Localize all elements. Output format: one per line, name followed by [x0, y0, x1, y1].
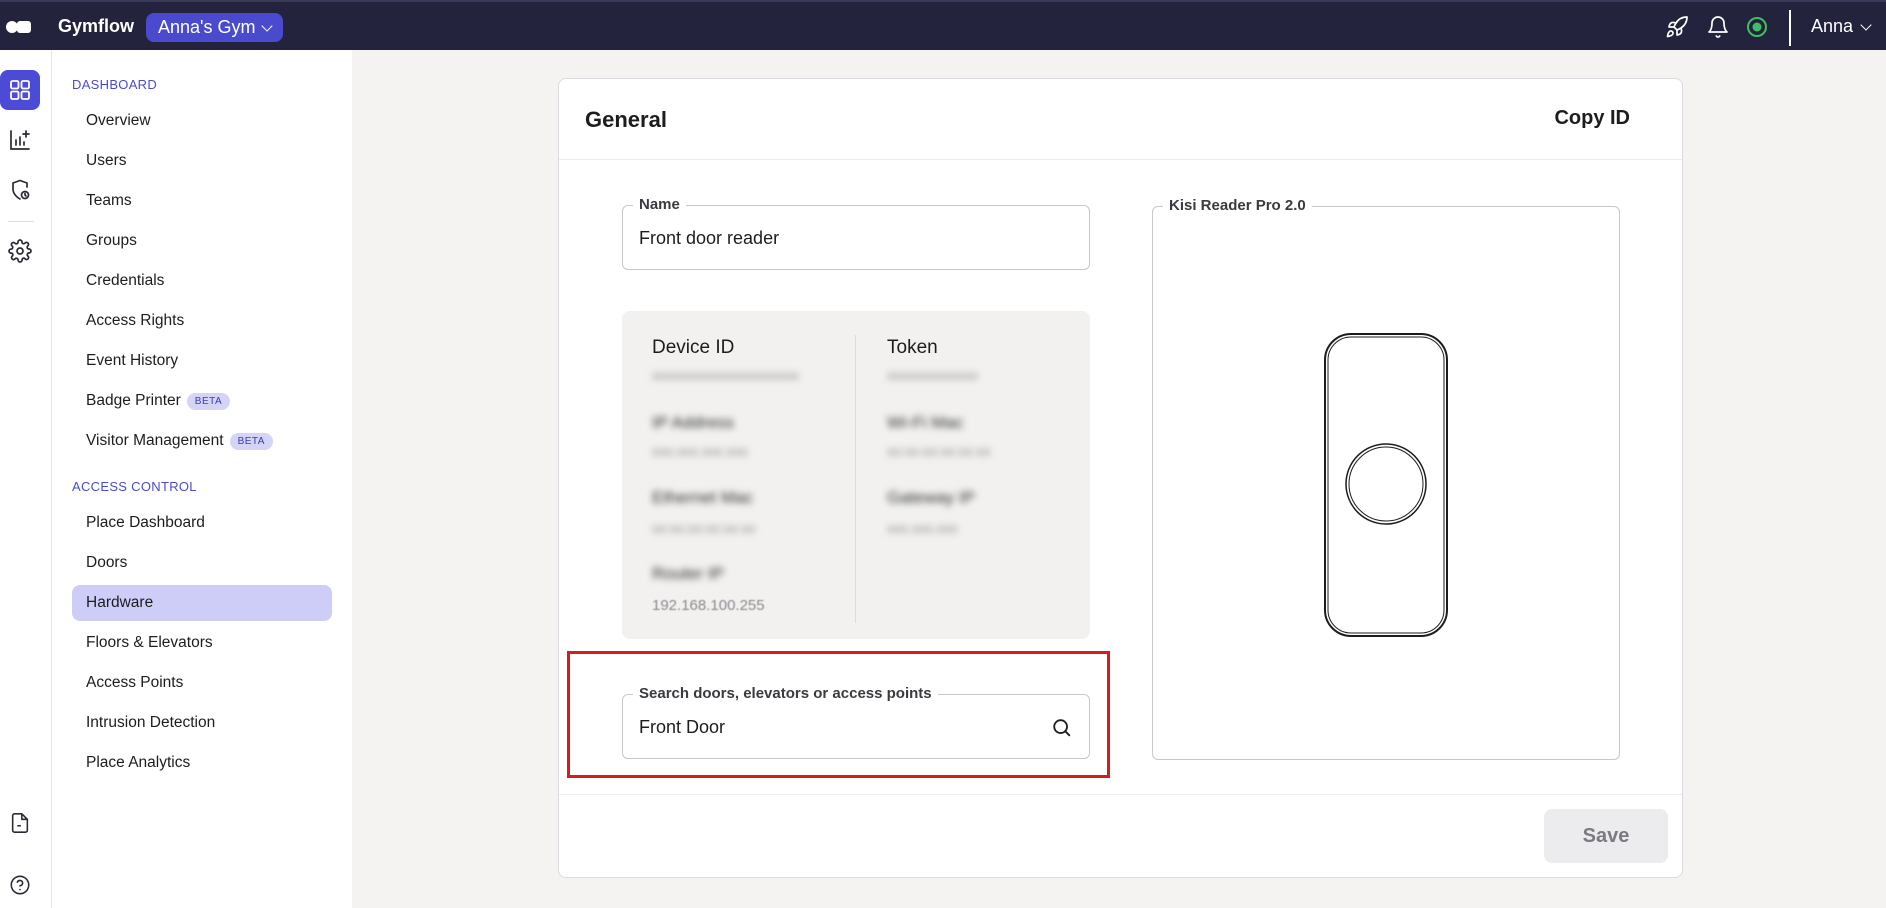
blurred-label: Wi-Fi Mac	[887, 413, 964, 432]
gym-selector[interactable]: Anna's Gym	[146, 13, 284, 42]
sidebar-item-credentials[interactable]: Credentials	[72, 263, 332, 299]
sidebar-item-access-rights[interactable]: Access Rights	[72, 303, 332, 339]
sidebar-item-place-dashboard[interactable]: Place Dashboard	[72, 505, 332, 541]
sidebar-item-label: Groups	[86, 232, 137, 249]
sidebar-item-label: Hardware	[86, 594, 154, 611]
gym-selector-label: Anna's Gym	[158, 17, 256, 37]
sidebar-item-intrusion-detection[interactable]: Intrusion Detection	[72, 705, 332, 741]
sidebar-item-label: Access Rights	[86, 312, 185, 329]
section-label-dashboard: DASHBOARD	[72, 77, 158, 92]
sidebar-item-access-points[interactable]: Access Points	[72, 665, 332, 701]
sidebar-item-label: Credentials	[86, 272, 165, 289]
reader-device-image	[1324, 333, 1448, 637]
sidebar-item-label: Place Dashboard	[86, 514, 205, 531]
help-icon[interactable]	[0, 865, 40, 905]
name-field-label: Name	[633, 196, 686, 214]
sidebar-item-label: Teams	[86, 192, 132, 209]
sidebar-item-label: Access Points	[86, 674, 184, 691]
sidebar-item-label: Users	[86, 152, 127, 169]
gear-icon[interactable]	[0, 231, 40, 271]
page-title: General	[585, 107, 667, 132]
sidebar-item-label: Place Analytics	[86, 754, 191, 771]
logo-icon[interactable]	[6, 19, 32, 35]
blurred-token: xxxxxxxxxxxxx	[887, 367, 978, 383]
rocket-icon[interactable]	[1665, 15, 1689, 39]
card-header: General Copy ID	[559, 79, 1682, 160]
sidebar-item-overview[interactable]: Overview	[72, 103, 332, 139]
user-menu[interactable]: Anna	[1811, 16, 1853, 37]
sidebar-item-label: Event History	[86, 352, 179, 369]
device-model-label: Kisi Reader Pro 2.0	[1163, 197, 1312, 215]
sidebar-item-label: Badge Printer	[86, 392, 181, 409]
chevron-down-icon	[261, 19, 274, 32]
sidebar-item-teams[interactable]: Teams	[72, 183, 332, 219]
chevron-down-icon[interactable]	[1860, 19, 1872, 31]
sidebar-item-label: Doors	[86, 554, 128, 571]
shield-settings-icon[interactable]	[0, 170, 40, 210]
name-field[interactable]: Name Front door reader	[622, 196, 1090, 270]
sidebar-item-users[interactable]: Users	[72, 143, 332, 179]
document-icon[interactable]	[0, 803, 40, 843]
blurred-value: xxx.xxx.xxx	[887, 520, 958, 536]
icon-rail	[0, 50, 52, 908]
blurred-label: Gateway IP	[887, 488, 975, 507]
topbar-divider	[1789, 10, 1791, 46]
token-title: Token	[887, 337, 938, 358]
status-online-icon	[1747, 17, 1767, 37]
beta-badge: BETA	[229, 432, 273, 450]
card-footer-divider	[559, 794, 1682, 795]
dashboard-grid-icon[interactable]	[0, 70, 40, 110]
blurred-label: IP Address	[652, 413, 734, 432]
sidebar-item-doors[interactable]: Doors	[72, 545, 332, 581]
device-id-title: Device ID	[652, 337, 735, 358]
sidebar-item-badge-printer[interactable]: Badge Printer BETA	[72, 383, 332, 419]
sidebar-item-groups[interactable]: Groups	[72, 223, 332, 259]
sidebar-item-label: Overview	[86, 112, 151, 129]
sidebar-item-event-history[interactable]: Event History	[72, 343, 332, 379]
sidebar-item-place-analytics[interactable]: Place Analytics	[72, 745, 332, 781]
sidebar-item-floors-elevators[interactable]: Floors & Elevators	[72, 625, 332, 661]
sidebar-item-label: Intrusion Detection	[86, 714, 216, 731]
blurred-value: xx:xx:xx:xx:xx:xx	[652, 520, 756, 536]
name-field-value[interactable]: Front door reader	[639, 228, 779, 249]
blurred-label: Ethernet Mac	[652, 488, 754, 507]
blurred-value: xx:xx:xx:xx:xx:xx	[887, 443, 991, 459]
sidebar-item-label: Floors & Elevators	[86, 634, 213, 651]
blurred-device-id: xxxxxxxxxxxxxxxxxxxxx	[652, 367, 799, 383]
sidebar: DASHBOARD Overview Users Teams Groups Cr…	[52, 50, 352, 908]
device-preview-panel: Kisi Reader Pro 2.0	[1152, 197, 1620, 760]
rail-divider	[8, 221, 34, 222]
analytics-icon[interactable]	[0, 120, 40, 160]
sidebar-item-label: Visitor Management	[86, 432, 224, 449]
section-label-access-control: ACCESS CONTROL	[72, 479, 197, 494]
blurred-label: Router IP	[652, 564, 724, 583]
info-divider	[855, 335, 856, 623]
beta-badge: BETA	[186, 392, 231, 410]
top-bar: Gymflow Anna's Gym Anna	[0, 0, 1886, 50]
device-info-panel: Device ID Token xxxxxxxxxxxxxxxxxxxxx xx…	[622, 311, 1090, 639]
sidebar-item-visitor-management[interactable]: Visitor Management BETA	[72, 423, 332, 459]
router-ip-value: 192.168.100.255	[652, 597, 765, 614]
blurred-value: xxx.xxx.xxx.xxx	[652, 443, 748, 459]
copy-id-button[interactable]: Copy ID	[1554, 107, 1630, 130]
highlight-box	[567, 651, 1110, 778]
brand-name: Gymflow	[58, 16, 135, 36]
save-button[interactable]: Save	[1544, 809, 1668, 863]
bell-icon[interactable]	[1706, 15, 1730, 39]
sidebar-item-hardware[interactable]: Hardware	[72, 585, 332, 621]
